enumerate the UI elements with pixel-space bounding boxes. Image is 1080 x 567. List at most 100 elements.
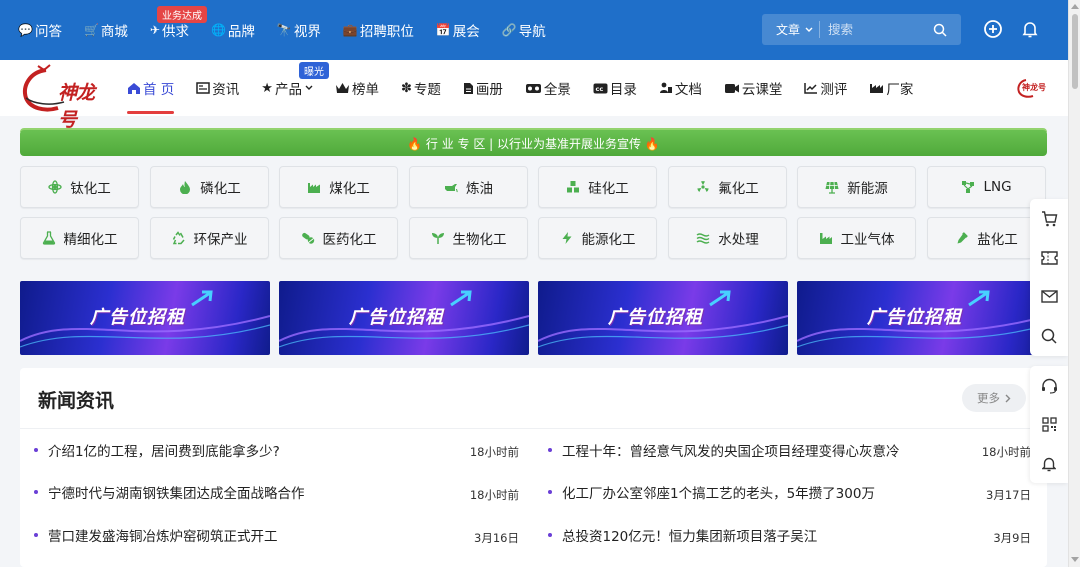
site-logo[interactable]: 神龙号 [20,62,102,131]
nav-item-ranking[interactable]: 榜单 [335,60,379,116]
nav-item-classroom[interactable]: 云课堂 [724,60,782,116]
topnav-item-qa[interactable]: 💬 问答 [18,20,62,40]
category-15[interactable]: 工业气体 [797,217,916,259]
news-time: 18小时前 [469,488,519,502]
nav-item-catalog[interactable]: cc 目录 [593,60,637,116]
water-icon [696,233,710,244]
ad-banner-1[interactable]: 广告位招租 [20,281,270,355]
side-support-button[interactable] [1030,366,1068,405]
chevron-right-icon [1005,394,1011,402]
topnav-item-mall[interactable]: 🛒 商城 [84,20,128,40]
topnav-item-guide[interactable]: 🔗 导航 [502,20,546,40]
ad-banner-3[interactable]: 广告位招租 [538,281,788,355]
video-icon [724,83,739,93]
ad-banner-2[interactable]: 广告位招租 [279,281,529,355]
category-label: 能源化工 [581,232,636,248]
industry-zone-banner[interactable]: 🔥 行 业 专 区 | 以行业为基准开展业务宣传 🔥 [20,130,1047,156]
side-qrcode-button[interactable] [1030,405,1068,444]
topnav-item-vision[interactable]: 🔭 视界 [277,20,321,40]
industry-icon [819,233,832,244]
category-11[interactable]: 医药化工 [279,217,398,259]
news-item[interactable]: 化工厂办公室邻座1个搞工艺的老头，5年攒了300万 [548,482,875,502]
more-button[interactable]: 更多 [962,384,1026,412]
category-label: 新能源 [847,181,888,197]
news-item[interactable]: 介绍1亿的工程，居间费到底能拿多少? [34,440,280,460]
topnav-item-jobs[interactable]: 💼 招聘职位 [343,20,414,40]
news-item[interactable]: 宁德时代与湖南钢铁集团达成全面战略合作 [34,482,305,502]
nav-item-album[interactable]: 画册 [463,60,503,116]
side-toolbar-top [1030,199,1068,356]
solar-panel-icon [825,181,839,194]
category-13[interactable]: 能源化工 [538,217,657,259]
page-scrollbar[interactable] [1068,0,1080,567]
bullet-dot [34,448,38,452]
cubes-icon [567,181,580,193]
news-divider [20,428,1047,429]
news-item[interactable]: 总投资120亿元！恒力集团新项目落子吴江 [548,525,817,545]
category-6[interactable]: 氟化工 [668,166,787,208]
cart-icon [1041,210,1057,226]
nav-item-review[interactable]: 测评 [804,60,847,116]
news-title: 新闻资讯 [38,390,115,412]
side-ticket-button[interactable] [1030,238,1068,277]
category-16[interactable]: 盐化工 [927,217,1046,259]
top-bar: 💬 问答 🛒 商城 ✈ 供求 🌐 品牌 🔭 视界 💼 招聘职位 📅 展会 🔗 导航 业务达成 文… [0,0,1068,60]
main-nav-bar: 神龙号 首 页 资讯 ★ 产品 榜单 ✽ 专题 画册 全景 cc 目录 文档 云… [0,60,1068,131]
nav-item-topics[interactable]: ✽ 专题 [401,60,441,116]
search-type-select[interactable]: 文章 [762,21,820,38]
category-5[interactable]: 硅化工 [538,166,657,208]
ad-banner-4[interactable]: 广告位招租 [797,281,1047,355]
topnav-item-supply[interactable]: ✈ 供求 [150,20,189,40]
flame-icon [180,181,191,194]
search-icon [1041,328,1057,344]
news-item[interactable]: 营口建发盛海铜冶炼炉窑砌筑正式开工 [34,525,278,545]
category-12[interactable]: 生物化工 [409,217,528,259]
nav-item-home[interactable]: 首 页 [127,60,175,116]
bullet-dot [548,490,552,494]
search-button[interactable] [928,23,952,37]
chat-bubble-icon: 💬 [18,23,33,37]
category-3[interactable]: 煤化工 [279,166,398,208]
scroll-up-arrow[interactable] [1071,4,1079,9]
side-mail-button[interactable] [1030,277,1068,316]
topnav-item-brand[interactable]: 🌐 品牌 [211,20,255,40]
scroll-down-arrow[interactable] [1071,557,1079,562]
mini-logo[interactable]: 神龙号 [1016,77,1046,99]
nav-item-panorama[interactable]: 全景 [525,60,571,116]
category-label: LNG [983,179,1012,195]
nav-item-docs[interactable]: 文档 [659,60,702,116]
category-9[interactable]: 精细化工 [20,217,139,259]
category-4[interactable]: 炼油 [409,166,528,208]
bell-icon [1042,457,1056,471]
category-7[interactable]: 新能源 [797,166,916,208]
globe-icon: 🌐 [210,23,226,37]
add-circle-icon[interactable] [983,19,1003,39]
category-label: 煤化工 [329,181,370,197]
headset-icon [1041,378,1057,394]
side-cart-button[interactable] [1030,199,1068,238]
calendar-icon: 📅 [435,23,451,37]
scroll-thumb[interactable] [1072,14,1078,89]
side-notify-button[interactable] [1030,444,1068,483]
people-icon [659,82,672,93]
nav-item-news[interactable]: 资讯 [196,60,239,116]
bell-icon[interactable] [1020,19,1040,39]
cc-icon: cc [593,83,608,93]
bullet-dot [34,533,38,537]
search-input[interactable] [820,22,928,37]
category-10[interactable]: 环保产业 [150,217,269,259]
nav-item-vendors[interactable]: 厂家 [869,60,913,116]
chevron-down-icon [305,85,313,90]
top-nav: 💬 问答 🛒 商城 ✈ 供求 🌐 品牌 🔭 视界 💼 招聘职位 📅 展会 🔗 导航 [18,0,568,60]
category-label: 氟化工 [718,181,759,197]
category-8[interactable]: LNG [927,166,1046,208]
category-14[interactable]: 水处理 [668,217,787,259]
side-search-button[interactable] [1030,316,1068,355]
crown-icon [335,83,349,93]
category-2[interactable]: 磷化工 [150,166,269,208]
topnav-item-expo[interactable]: 📅 展会 [436,20,480,40]
news-item[interactable]: 工程十年：曾经意气风发的央国企项目经理变得心灰意冷 [548,440,900,460]
category-label: 磷化工 [200,181,241,197]
eyedropper-icon [957,232,969,244]
category-1[interactable]: 钛化工 [20,166,139,208]
